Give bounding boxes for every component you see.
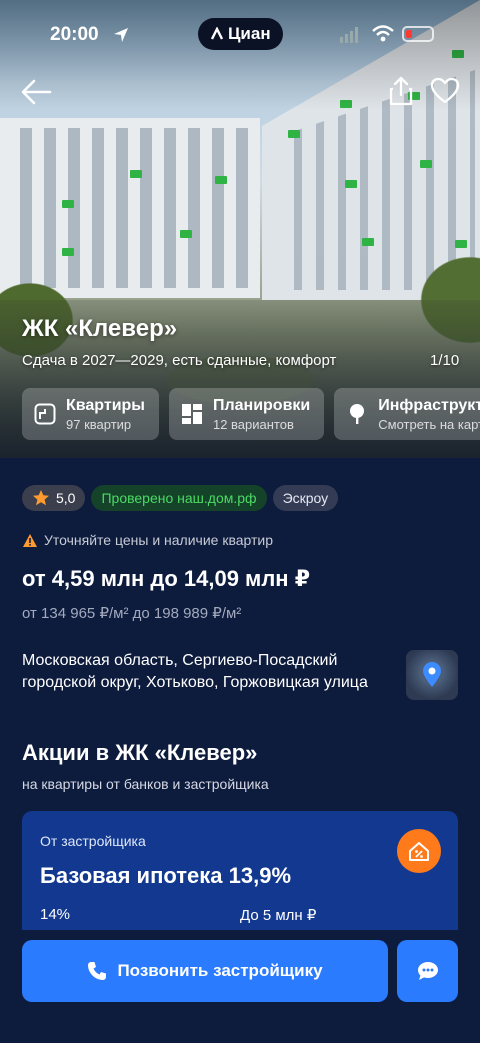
promo-name: Базовая ипотека 13,9% [40,863,292,888]
price-warning: Уточняйте цены и наличие квартир [22,532,273,548]
phone-icon [88,962,107,980]
chat-button[interactable] [397,940,458,1002]
location-arrow-icon [114,28,128,42]
promotions-subtitle: на квартиры от банков и застройщика [22,776,269,792]
promo-source: От застройщика [40,833,146,849]
cellular-signal-icon [340,27,358,43]
verified-badge[interactable]: Проверено наш.дом.рф [91,485,267,511]
map-button[interactable] [406,650,458,700]
chip-infrastructure-label: Инфраструктура [378,396,480,414]
chip-infrastructure[interactable]: Инфраструктура Смотреть на карте [334,388,480,440]
rating-value: 5,0 [56,490,76,506]
wifi-icon [372,25,394,42]
promotions-title: Акции в ЖК «Клевер» [22,740,258,765]
tree-icon [350,404,365,424]
price-range: от 4,59 млн до 14,09 млн ₽ [22,566,310,591]
chip-apartments-label: Квартиры [66,396,145,414]
price-per-sqm: от 134 965 ₽/м² до 198 989 ₽/м² [22,605,242,622]
star-icon [33,490,49,506]
house-percent-icon [409,842,429,861]
map-pin-icon [423,662,441,687]
balcony [62,200,74,208]
badges-row: 5,0 Проверено наш.дом.рф Эскроу [22,485,339,511]
apartments-icon [34,403,56,425]
escrow-badge[interactable]: Эскроу [272,485,339,511]
chip-layouts[interactable]: Планировки 12 вариантов [168,388,325,440]
share-icon[interactable] [388,76,414,106]
call-button-label: Позвонить застройщику [117,961,323,980]
promo-limit: До 5 млн ₽ [240,907,317,924]
chip-layouts-sub: 12 вариантов [212,416,294,432]
balcony [420,160,432,168]
status-bar: 20:00 Циан [0,16,480,52]
verified-label: Проверено наш.дом.рф [101,490,257,506]
chip-infrastructure-sub: Смотреть на карте [378,416,480,432]
balcony [288,130,300,138]
chat-bubble-icon [417,962,438,980]
heart-icon[interactable] [430,76,460,106]
brand-name: Циан [228,24,271,43]
back-arrow-icon[interactable] [20,78,52,106]
warning-icon [23,533,37,547]
quick-links: Квартиры 97 квартир Планировки 12 варианто… [22,388,480,440]
complex-title: ЖК «Клевер» [22,315,178,342]
complex-subtitle: Сдача в 2027—2029, есть сданные, комфорт [22,352,337,369]
brand-logo-icon [210,27,224,40]
brand-pill[interactable]: Циан [198,18,283,50]
rating-badge[interactable]: 5,0 [22,485,86,511]
chip-apartments-sub: 97 квартир [66,416,132,432]
balcony [215,176,227,184]
balcony [130,170,142,178]
chip-layouts-label: Планировки [212,396,311,414]
escrow-label: Эскроу [282,490,329,506]
balcony [345,180,357,188]
layouts-icon [181,404,202,424]
promo-badge [397,829,441,873]
call-developer-button[interactable]: Позвонить застройщику [22,940,388,1002]
warning-text: Уточняйте цены и наличие квартир [44,532,274,548]
address[interactable]: Московская область, Сергиево-Посадский г… [22,650,392,694]
status-time: 20:00 [50,24,99,45]
promo-rate: 14% [40,906,71,923]
battery-icon [402,26,434,42]
photo-counter: 1/10 [430,352,460,369]
chip-apartments[interactable]: Квартиры 97 квартир [22,388,159,440]
